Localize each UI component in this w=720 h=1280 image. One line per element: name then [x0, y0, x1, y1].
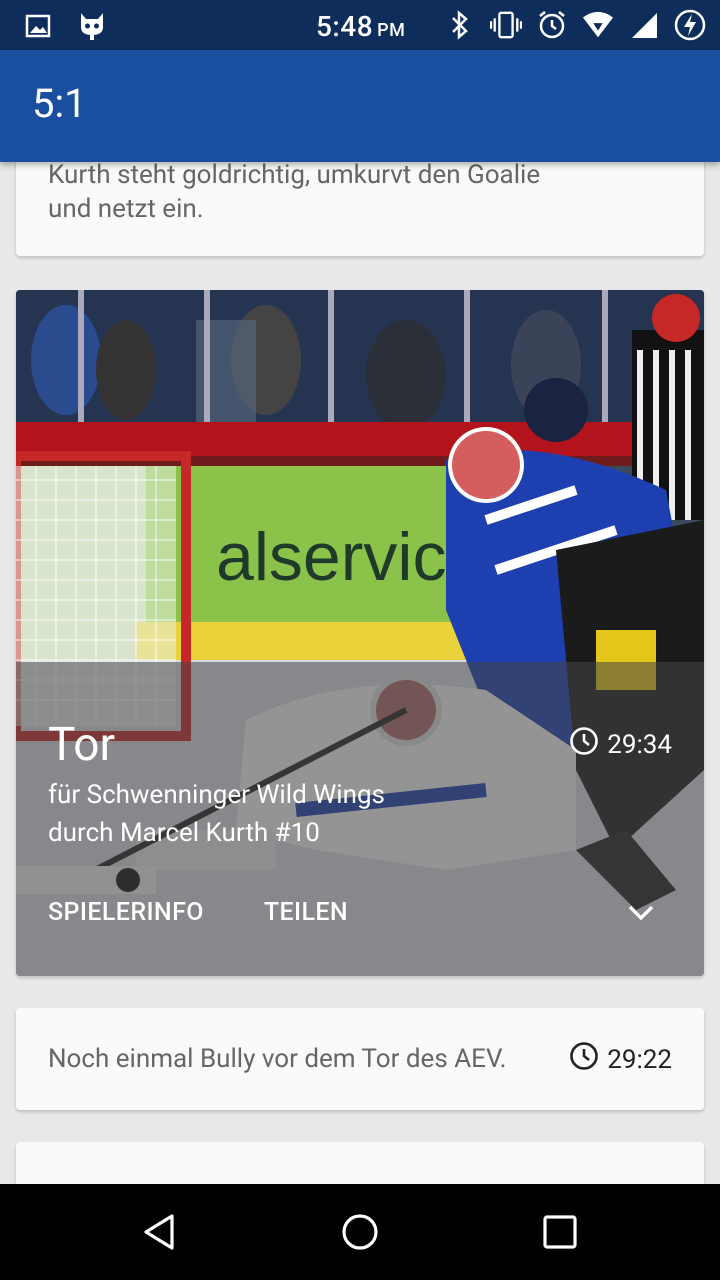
navigation-bar [0, 1184, 720, 1280]
ticker-text: Kurth steht goldrichtig, umkurvt den Goa… [48, 162, 541, 224]
goal-time-value: 29:34 [607, 729, 672, 760]
svg-text:alservice: alservice [216, 519, 484, 595]
goal-team: für Schwenninger Wild Wings [48, 780, 385, 810]
goal-subtitle: für Schwenninger Wild Wings durch Marcel… [48, 776, 385, 852]
goal-time: 29:34 [569, 726, 672, 763]
event-time-value: 29:22 [607, 1044, 672, 1075]
ticker-text: Noch einmal Bully vor dem Tor des AEV. [48, 1044, 507, 1074]
bluetooth-icon [444, 9, 476, 41]
chevron-down-icon[interactable] [626, 900, 656, 924]
goal-scorer: durch Marcel Kurth #10 [48, 818, 320, 848]
playerinfo-button[interactable]: SPIELERINFO [48, 898, 204, 927]
app-bar: 5:1 [0, 50, 720, 162]
ticker-card[interactable] [16, 1142, 704, 1184]
cyanogen-icon [76, 10, 108, 42]
event-time: 29:22 [569, 1041, 672, 1078]
battery-charging-icon [674, 9, 706, 41]
ticker-card[interactable]: Kurth steht goldrichtig, umkurvt den Goa… [16, 162, 704, 256]
ticker-card[interactable]: Noch einmal Bully vor dem Tor des AEV. 2… [16, 1008, 704, 1110]
goal-card[interactable]: alservice Tor 29:34 für Schwenninger Wil… [16, 290, 704, 976]
alarm-icon [536, 9, 568, 41]
signal-icon [628, 9, 660, 41]
image-icon [22, 10, 54, 42]
ticker-feed[interactable]: Kurth steht goldrichtig, umkurvt den Goa… [0, 162, 720, 1184]
goal-title: Tor [48, 718, 116, 772]
clock-icon [569, 726, 599, 763]
vibrate-icon [490, 9, 522, 41]
page-title: 5:1 [32, 80, 87, 127]
wifi-icon [582, 9, 614, 41]
status-time: 5:48 PM [316, 10, 406, 43]
home-icon[interactable] [338, 1210, 382, 1254]
share-button[interactable]: TEILEN [264, 898, 348, 927]
clock-icon [569, 1041, 599, 1078]
status-bar: 5:48 PM [0, 0, 720, 50]
recents-icon[interactable] [538, 1210, 582, 1254]
back-icon[interactable] [138, 1210, 182, 1254]
